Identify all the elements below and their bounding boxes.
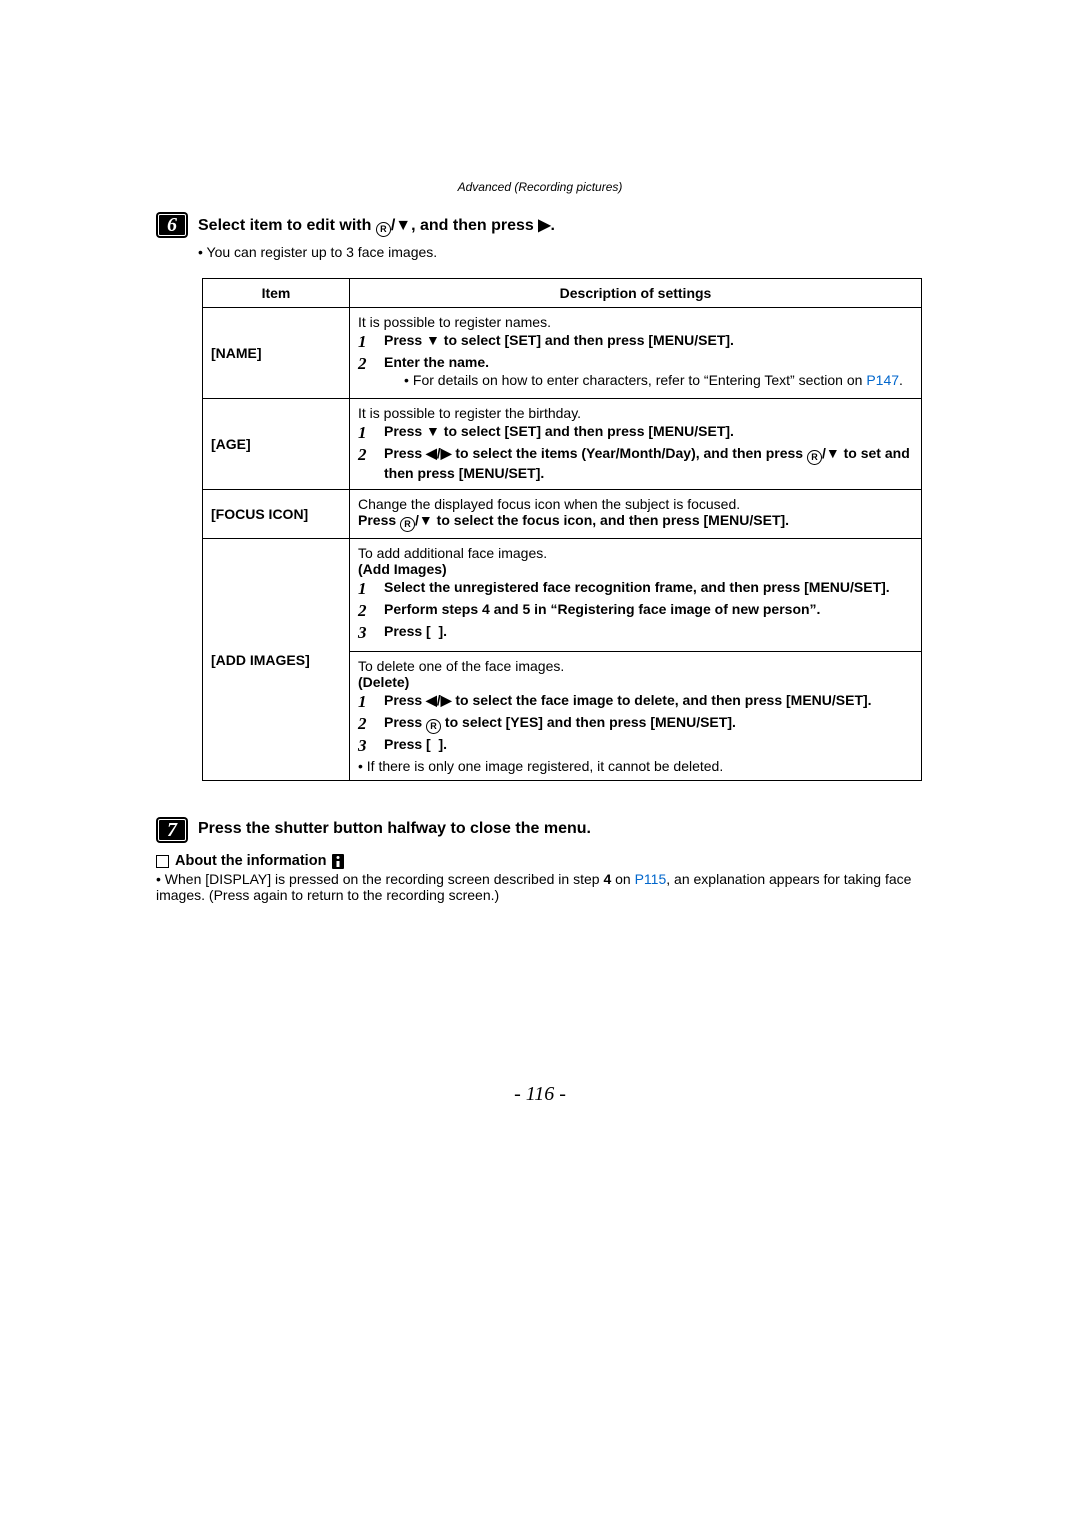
about-heading: About the information — [156, 853, 924, 869]
table-row: [ADD IMAGES] To add additional face imag… — [203, 539, 922, 781]
age-intro: It is possible to register the birthday. — [358, 405, 913, 421]
add-a2: Perform steps 4 and 5 in “Registering fa… — [384, 601, 820, 617]
step6-title-a: Select item to edit with — [198, 217, 376, 234]
name-sub-b: . — [899, 372, 903, 388]
up-icon: R — [400, 517, 415, 532]
up-icon: R — [807, 450, 822, 465]
step-6-badge: 6 — [156, 212, 188, 238]
step6-bullet: • You can register up to 3 face images. — [198, 244, 924, 260]
about-body: • When [DISPLAY] is pressed on the recor… — [156, 871, 924, 903]
step-6-row: 6 Select item to edit with R/▼, and then… — [156, 212, 924, 238]
step-7-badge: 7 — [156, 817, 188, 843]
add-a3: Press [ ]. — [384, 623, 447, 639]
row-focus-label: [FOCUS ICON] — [203, 490, 350, 539]
focus-line: Press R/▼ to select the focus icon, and … — [358, 512, 789, 528]
add-bot-intro: To delete one of the face images. — [358, 658, 913, 674]
add-note: • If there is only one image registered,… — [358, 758, 913, 774]
age-s2: Press ◀/▶ to select the items (Year/Mont… — [384, 445, 913, 481]
step-7-row: 7 Press the shutter button halfway to cl… — [156, 817, 924, 843]
settings-table: Item Description of settings [NAME] It i… — [202, 278, 922, 781]
add-d2b: to select [YES] and then press [MENU/SET… — [441, 714, 736, 730]
table-row: [AGE] It is possible to register the bir… — [203, 399, 922, 490]
name-intro: It is possible to register names. — [358, 314, 913, 330]
row-age-label: [AGE] — [203, 399, 350, 490]
add-d3: Press [ ]. — [384, 736, 447, 752]
step6-title-b: , and then press — [411, 217, 538, 234]
name-s2: Enter the name. — [384, 354, 489, 370]
about-head-text: About the information — [175, 853, 326, 869]
th-item: Item — [203, 279, 350, 308]
row-add-label: [ADD IMAGES] — [203, 539, 350, 781]
focus-a: Press — [358, 512, 400, 528]
row-add-desc: To add additional face images. (Add Imag… — [350, 539, 922, 781]
age-s2a: Press ◀/▶ to select the items (Year/Mont… — [384, 445, 807, 461]
step-6-title: Select item to edit with R/▼, and then p… — [198, 212, 555, 237]
focus-b: /▼ to select the focus icon, and then pr… — [415, 512, 789, 528]
step-7-title: Press the shutter button halfway to clos… — [198, 817, 591, 838]
name-s1: Press ▼ to select [SET] and then press [… — [384, 332, 734, 348]
row-age-desc: It is possible to register the birthday.… — [350, 399, 922, 490]
page-number: - 116 - — [156, 1083, 924, 1106]
up-icon: R — [376, 222, 391, 237]
row-name-label: [NAME] — [203, 308, 350, 399]
row-focus-desc: Change the displayed focus icon when the… — [350, 490, 922, 539]
square-icon — [156, 855, 169, 868]
add-d2: Press R to select [YES] and then press [… — [384, 714, 736, 734]
link-p147[interactable]: P147 — [866, 372, 899, 388]
add-d1: Press ◀/▶ to select the face image to de… — [384, 692, 872, 709]
add-bot-head: (Delete) — [358, 674, 409, 690]
about-b: on — [611, 871, 634, 887]
table-row: [NAME] It is possible to register names.… — [203, 308, 922, 399]
age-s1: Press ▼ to select [SET] and then press [… — [384, 423, 734, 439]
table-row: [FOCUS ICON] Change the displayed focus … — [203, 490, 922, 539]
info-icon — [332, 854, 344, 869]
row-name-desc: It is possible to register names. 1Press… — [350, 308, 922, 399]
add-note-text: If there is only one image registered, i… — [367, 758, 723, 774]
about-a: When [DISPLAY] is pressed on the recordi… — [165, 871, 604, 887]
focus-intro: Change the displayed focus icon when the… — [358, 496, 913, 512]
link-p115[interactable]: P115 — [635, 871, 667, 887]
name-sub: •For details on how to enter characters,… — [404, 372, 903, 388]
name-sub-a: For details on how to enter characters, … — [413, 372, 866, 388]
add-a1: Select the unregistered face recognition… — [384, 579, 890, 595]
add-d2a: Press — [384, 714, 426, 730]
page-header: Advanced (Recording pictures) — [156, 180, 924, 194]
th-desc: Description of settings — [350, 279, 922, 308]
add-top-intro: To add additional face images. — [358, 545, 913, 561]
add-top-head: (Add Images) — [358, 561, 447, 577]
step6-title-c: . — [551, 217, 555, 234]
up-icon: R — [426, 719, 441, 734]
step6-bullet-text: You can register up to 3 face images. — [207, 244, 438, 260]
